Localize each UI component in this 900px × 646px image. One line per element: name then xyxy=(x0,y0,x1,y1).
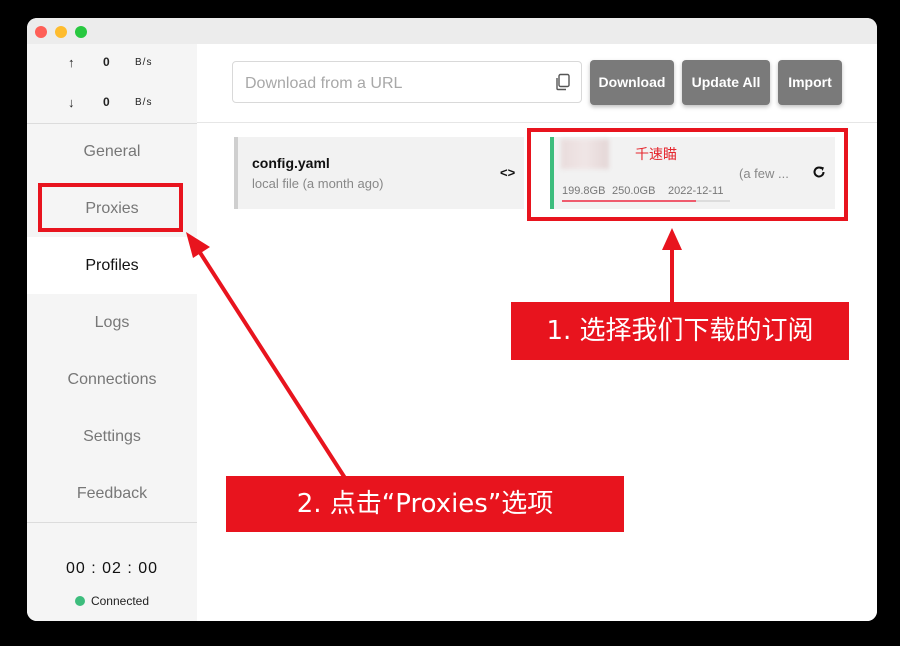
step1-label: 1. 选择我们下载的订阅 xyxy=(511,302,849,360)
step1-arrow-head-icon xyxy=(662,228,682,250)
step2-arrow-head-icon xyxy=(186,232,210,258)
step2-arrow-shaft xyxy=(197,249,347,480)
step2-label: 2. 点击“Proxies”选项 xyxy=(226,476,624,532)
